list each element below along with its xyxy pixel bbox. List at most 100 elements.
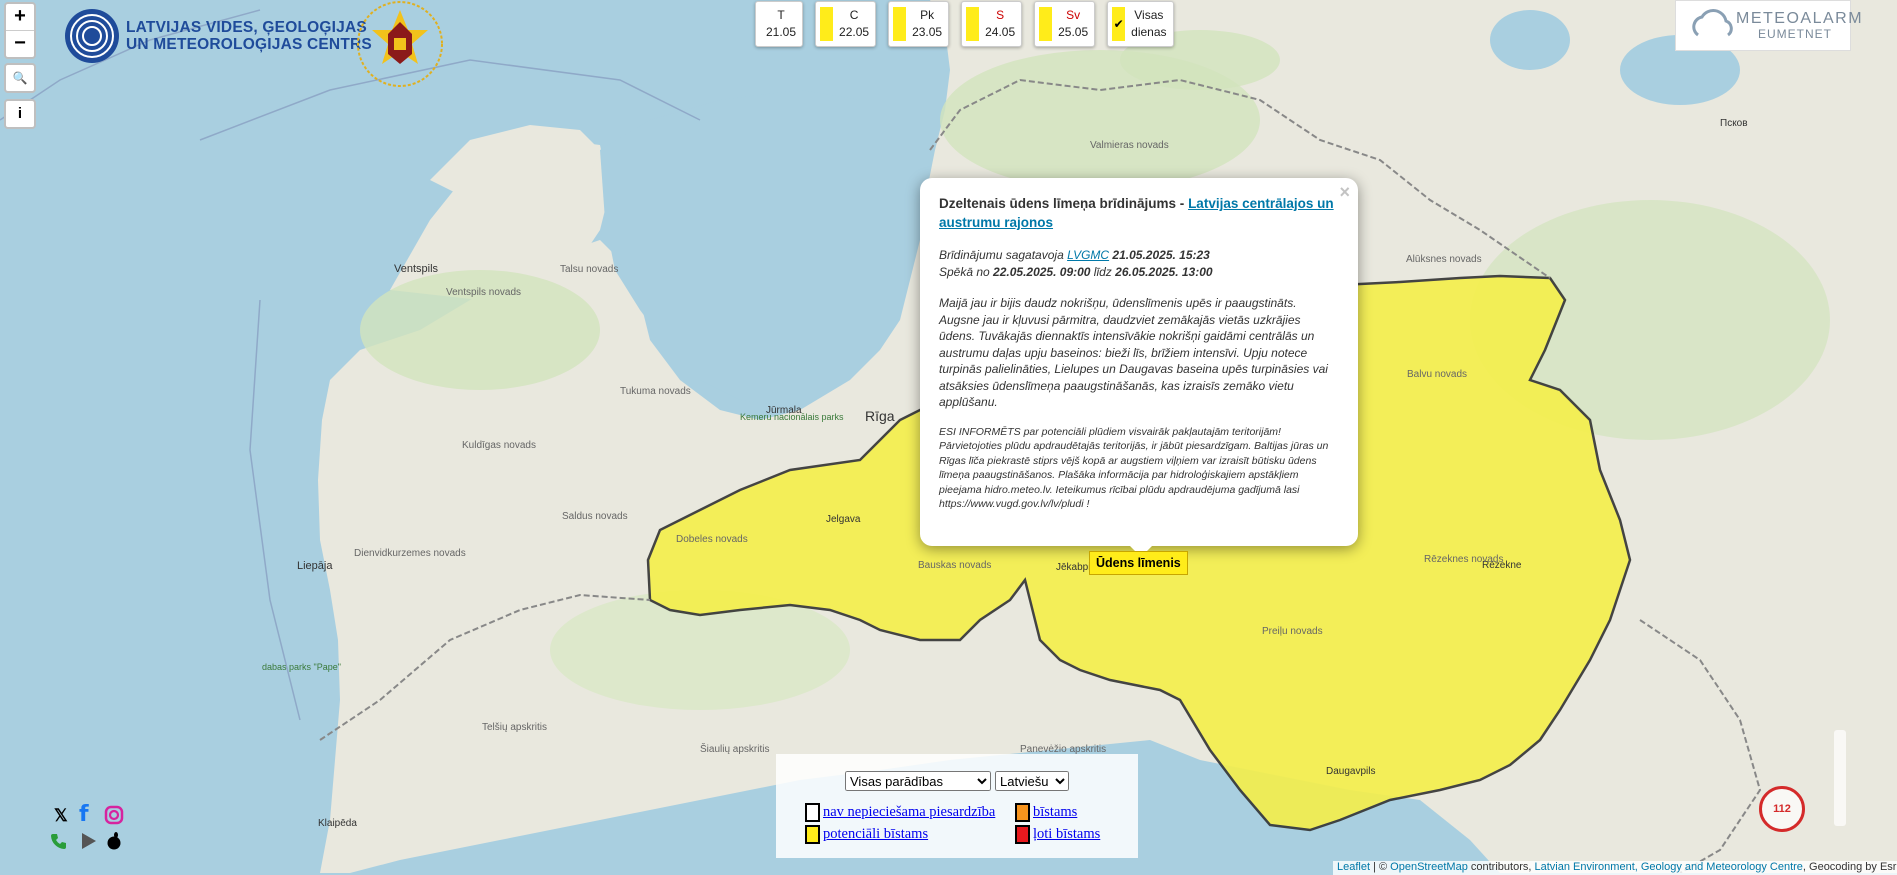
popup-advice: ESI INFORMĒTS par potenciāli plūdiem vis… bbox=[939, 425, 1329, 511]
lvgmc-logo[interactable]: LATVIJAS VIDES, ĢEOLOĢIJAS UN METEOROLOĢ… bbox=[64, 8, 372, 64]
checkmark-icon: ✔ bbox=[1112, 7, 1126, 41]
warning-tooltip: Ūdens līmenis bbox=[1089, 551, 1188, 575]
warning-popup: × Dzeltenais ūdens līmeņa brīdinājums - … bbox=[920, 178, 1358, 546]
search-button[interactable]: 🔍 bbox=[4, 63, 36, 93]
google-play-icon[interactable] bbox=[79, 831, 99, 851]
warning-swatch bbox=[1039, 7, 1053, 41]
valid-mid: līdz bbox=[1090, 265, 1116, 279]
day-date: 22.05 bbox=[839, 25, 870, 39]
legend-item-none[interactable]: nav nepieciešama piesardzība bbox=[805, 803, 995, 822]
legend-label: bīstams bbox=[1033, 804, 1078, 820]
place-label: dabas parks "Pape" bbox=[262, 662, 341, 672]
place-label: Liepāja bbox=[297, 560, 333, 572]
place-label: Preiļu novads bbox=[1262, 626, 1323, 637]
warning-swatch bbox=[893, 7, 907, 41]
legend-panel: Visas parādības Latviešu nav nepieciešam… bbox=[776, 754, 1138, 858]
all-days-button[interactable]: ✔ Visas dienas bbox=[1107, 1, 1174, 47]
day-date: 21.05 bbox=[766, 25, 797, 39]
prepared-prefix: Brīdinājumu sagatavoja bbox=[939, 248, 1068, 262]
lvgmc-attribution-link[interactable]: Latvian Environment, Geology and Meteoro… bbox=[1534, 861, 1802, 873]
attribution-sep: | © bbox=[1370, 861, 1391, 873]
legend-label: potenciāli bīstams bbox=[823, 826, 929, 842]
popup-description: Maijā jau ir bijis daudz nokrišņu, ūdens… bbox=[939, 296, 1328, 409]
place-label: Rēzeknes novads bbox=[1424, 554, 1504, 565]
day-name: T bbox=[777, 8, 785, 22]
all-days-label-2: dienas bbox=[1131, 25, 1167, 39]
legend-item-red[interactable]: ļoti bīstams bbox=[1015, 825, 1100, 844]
legend-label: ļoti bīstams bbox=[1033, 826, 1101, 842]
timeline-slider[interactable] bbox=[1834, 730, 1846, 826]
place-label: Klaipēda bbox=[318, 818, 357, 829]
phenomenon-select[interactable]: Visas parādības bbox=[845, 771, 991, 791]
cloud-icon bbox=[1692, 9, 1733, 37]
osm-link[interactable]: OpenStreetMap bbox=[1390, 861, 1468, 873]
day-date: 23.05 bbox=[912, 25, 943, 39]
x-link[interactable]: 𝕏 bbox=[54, 806, 68, 826]
phone-icon[interactable] bbox=[49, 831, 69, 851]
place-label: Rīga bbox=[865, 408, 895, 424]
legend-item-yellow[interactable]: potenciāli bīstams bbox=[805, 825, 928, 844]
place-label: Ventspils bbox=[394, 263, 439, 275]
emergency-112-button[interactable]: 112 bbox=[1759, 786, 1805, 832]
valid-to: 26.05.2025. 13:00 bbox=[1115, 265, 1213, 279]
lvgmc-link[interactable]: LVGMC bbox=[1067, 248, 1109, 262]
day-date: 25.05 bbox=[1058, 25, 1089, 39]
warning-swatch bbox=[966, 7, 980, 41]
emergency-number: 112 bbox=[1773, 803, 1791, 815]
zoom-control: + − bbox=[4, 2, 36, 59]
instagram-icon[interactable] bbox=[104, 805, 124, 825]
facebook-link[interactable]: f bbox=[79, 802, 89, 827]
info-icon: i bbox=[17, 105, 23, 122]
place-label: Dobeles novads bbox=[676, 534, 748, 545]
valid-prefix: Spēkā no bbox=[939, 265, 994, 279]
day-button-wed[interactable]: C 22.05 bbox=[815, 1, 877, 47]
day-name: S bbox=[996, 8, 1005, 22]
legend-swatch bbox=[1015, 803, 1030, 822]
day-name: C bbox=[849, 8, 859, 22]
popup-title-prefix: Dzeltenais ūdens līmeņa brīdinājums - bbox=[939, 196, 1189, 211]
place-label: Псков bbox=[1720, 118, 1748, 129]
day-button-sat[interactable]: S 24.05 bbox=[961, 1, 1023, 47]
warning-swatch bbox=[820, 7, 834, 41]
meteoalarm-subtitle: EUMETNET bbox=[1758, 27, 1832, 41]
place-label: Kemeru nacionālais parks bbox=[740, 412, 844, 422]
day-name: Pk bbox=[920, 8, 935, 22]
logo-line-1: LATVIJAS VIDES, ĢEOLOĢIJAS bbox=[126, 19, 367, 36]
place-label: Šiaulių apskritis bbox=[700, 742, 769, 755]
legend-item-orange[interactable]: bīstams bbox=[1015, 803, 1077, 822]
day-date: 24.05 bbox=[985, 25, 1016, 39]
day-button-sun[interactable]: Sv 25.05 bbox=[1034, 1, 1096, 47]
place-label: Telšių apskritis bbox=[482, 722, 547, 733]
place-label: Daugavpils bbox=[1326, 766, 1375, 777]
meteoalarm-logo[interactable]: METEOALARM EUMETNET bbox=[1675, 0, 1862, 51]
facebook-icon: f bbox=[79, 802, 89, 827]
place-label: Balvu novads bbox=[1407, 369, 1467, 380]
place-label: Bauskas novads bbox=[918, 560, 991, 571]
x-icon: 𝕏 bbox=[54, 806, 68, 825]
day-button-fri[interactable]: Pk 23.05 bbox=[888, 1, 950, 47]
legend-label: nav nepieciešama piesardzība bbox=[823, 804, 996, 820]
place-label: Ventspils novads bbox=[446, 287, 521, 298]
popup-close-button[interactable]: × bbox=[1339, 182, 1350, 203]
day-button-tue[interactable]: T 21.05 bbox=[755, 1, 804, 47]
place-label: Dienvidkurzemes novads bbox=[354, 548, 466, 559]
popup-title: Dzeltenais ūdens līmeņa brīdinājums - La… bbox=[939, 194, 1339, 232]
place-label: Tukuma novads bbox=[620, 386, 691, 397]
lvgmc-logo-icon bbox=[65, 9, 119, 63]
info-button[interactable]: i bbox=[4, 99, 36, 129]
zoom-in-button[interactable]: + bbox=[6, 4, 34, 30]
place-label: Valmieras novads bbox=[1090, 140, 1169, 151]
place-label: Jelgava bbox=[826, 514, 861, 525]
language-select[interactable]: Latviešu bbox=[995, 771, 1069, 791]
attribution-contrib: contributors, bbox=[1467, 861, 1535, 873]
attribution-geo: , Geocoding by Esri bbox=[1802, 861, 1897, 873]
place-label: Alūksnes novads bbox=[1406, 254, 1482, 265]
place-label: Talsu novads bbox=[560, 264, 618, 275]
leaflet-link[interactable]: Leaflet bbox=[1337, 861, 1370, 873]
apple-icon[interactable] bbox=[104, 831, 124, 851]
legend-swatch bbox=[805, 825, 820, 844]
legend-swatch bbox=[805, 803, 820, 822]
prepared-date: 21.05.2025. 15:23 bbox=[1109, 248, 1210, 262]
vugd-emblem-icon bbox=[357, 1, 443, 87]
zoom-out-button[interactable]: − bbox=[6, 30, 34, 57]
